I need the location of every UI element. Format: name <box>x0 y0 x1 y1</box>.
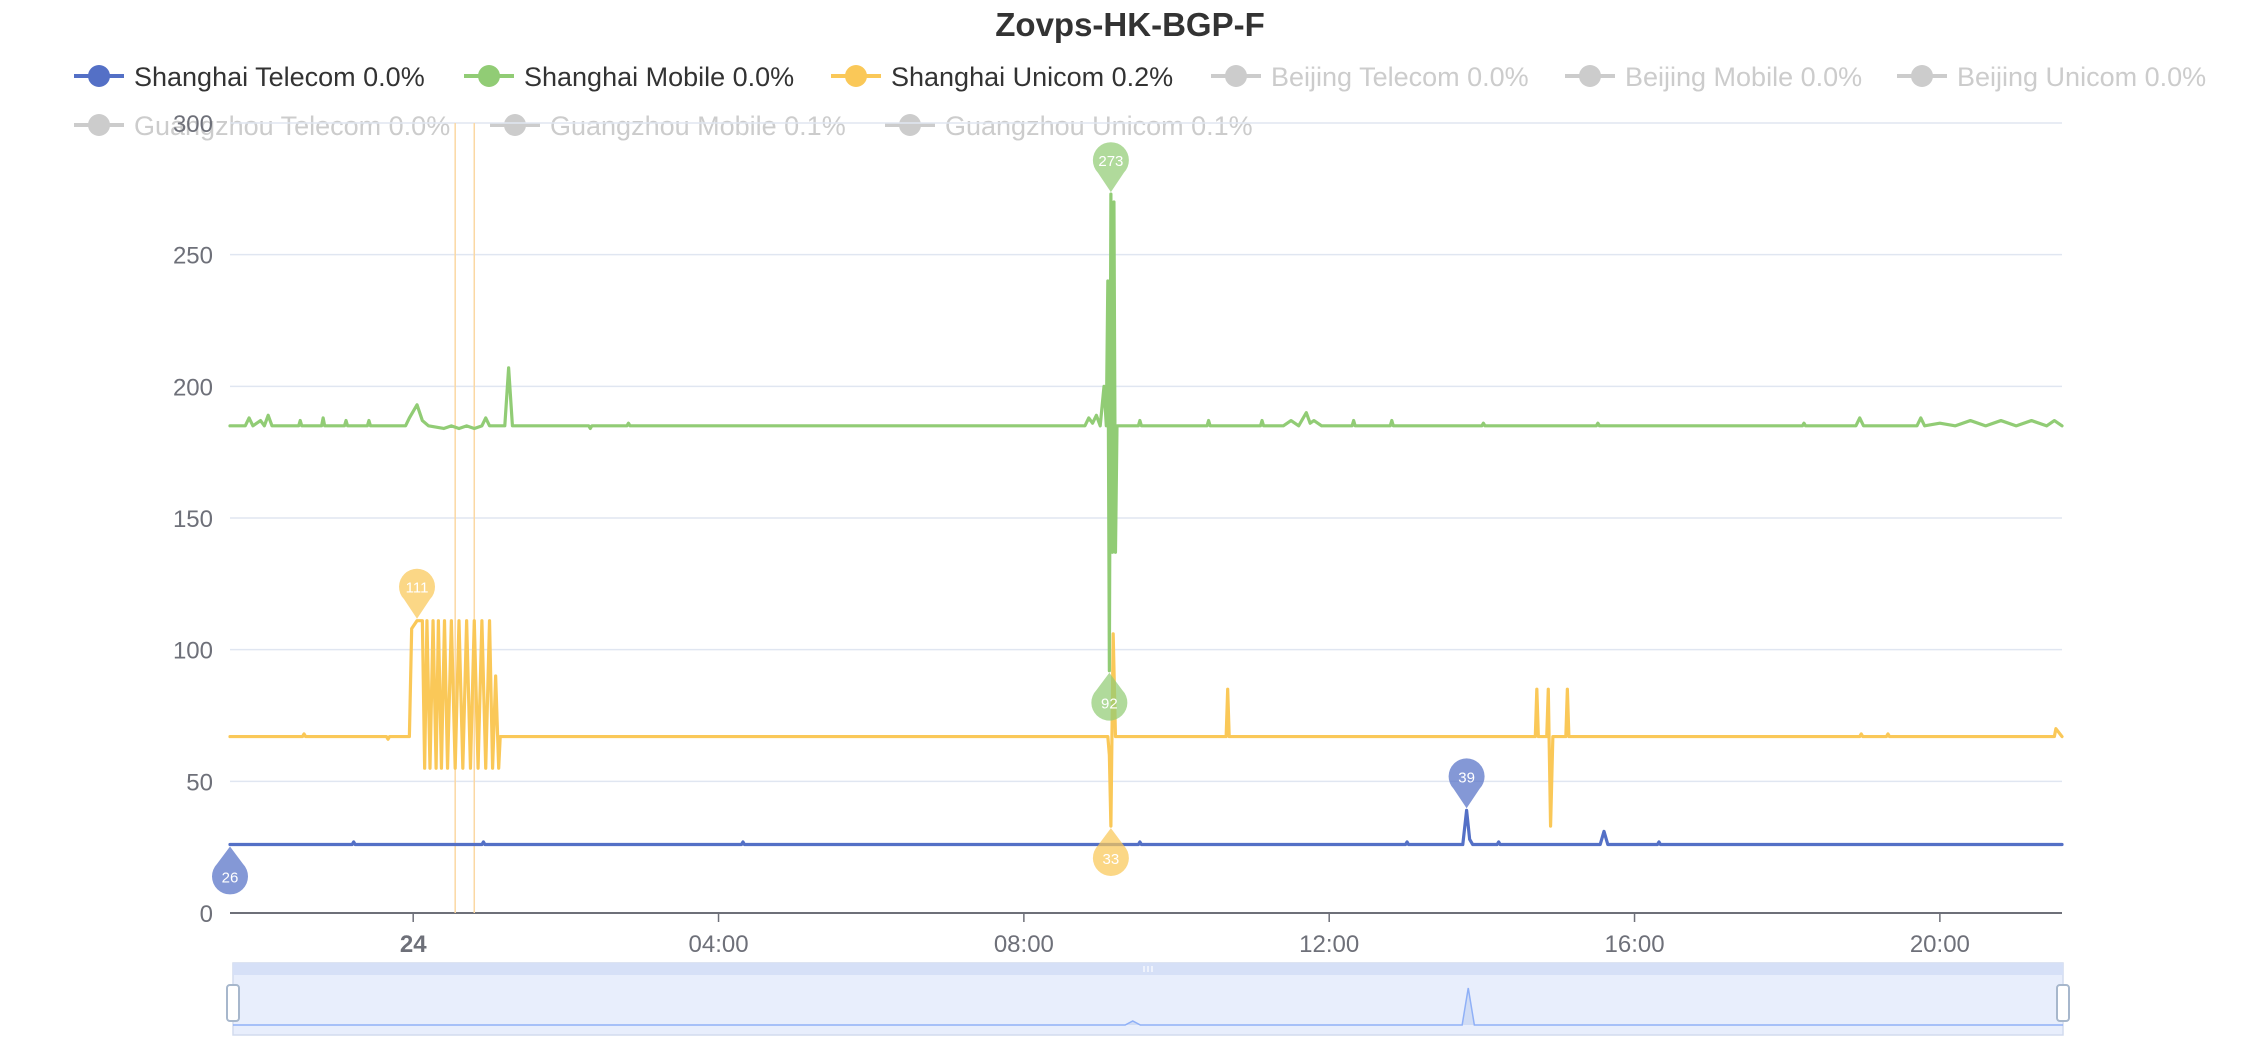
y-tick-label: 100 <box>173 638 213 665</box>
grid-lines <box>230 122 2062 914</box>
legend-dot-icon <box>1911 65 1933 87</box>
legend-label[interactable]: Shanghai Telecom 0.0% <box>134 62 425 92</box>
legend-label[interactable]: Beijing Unicom 0.0% <box>1957 62 2206 92</box>
x-axis: 24 04:00 08:00 12:00 16:00 20:00 <box>400 913 1970 958</box>
mark-point-label: 39 <box>1458 769 1475 786</box>
legend-dot-icon <box>845 65 867 87</box>
mark-point-max: 111 <box>399 568 436 619</box>
legend-label[interactable]: Shanghai Mobile 0.0% <box>524 62 794 92</box>
mark-point-label: 26 <box>222 870 239 887</box>
legend-item[interactable]: Shanghai Telecom 0.0% <box>74 62 425 92</box>
x-tick-label: 24 <box>400 931 427 958</box>
series-line-shanghai-mobile <box>228 192 2064 673</box>
legend-label[interactable]: Beijing Telecom 0.0% <box>1271 62 1529 92</box>
data-zoom-slider[interactable] <box>226 962 2070 1036</box>
x-tick-label: 08:00 <box>994 931 1054 958</box>
legend-item[interactable]: Beijing Telecom 0.0% <box>1211 62 1529 92</box>
mark-point-max: 273 <box>1092 142 1129 193</box>
series-line-shanghai-unicom <box>228 619 2064 828</box>
legend-item[interactable]: Beijing Unicom 0.0% <box>1897 62 2206 92</box>
mark-point-label: 111 <box>406 580 429 597</box>
line-chart: Zovps-HK-BGP-F Shanghai Telecom 0.0% Shan… <box>74 6 2206 1036</box>
zoom-handle-left[interactable] <box>226 984 240 1022</box>
y-tick-label: 0 <box>200 901 213 928</box>
y-tick-label: 150 <box>173 506 213 533</box>
legend-item[interactable]: Beijing Mobile 0.0% <box>1565 62 1862 92</box>
mark-point-label: 92 <box>1101 696 1118 713</box>
mark-point-min: 92 <box>1091 672 1128 721</box>
legend-item[interactable]: Shanghai Mobile 0.0% <box>464 62 794 92</box>
mark-point-label: 33 <box>1103 851 1120 868</box>
x-tick-label: 16:00 <box>1605 931 1665 958</box>
y-tick-label: 200 <box>173 374 213 401</box>
x-tick-label: 04:00 <box>689 931 749 958</box>
mark-point-min: 26 <box>212 846 248 895</box>
legend-label[interactable]: Beijing Mobile 0.0% <box>1625 62 1862 92</box>
legend-item[interactable]: Shanghai Unicom 0.2% <box>831 62 1173 92</box>
mark-point-max: 39 <box>1448 758 1485 809</box>
mark-point-label: 273 <box>1098 153 1123 170</box>
legend-label[interactable]: Shanghai Unicom 0.2% <box>891 62 1173 92</box>
legend-label[interactable]: Guangzhou Unicom 0.1% <box>945 111 1253 141</box>
legend-dot-icon <box>88 114 110 136</box>
y-axis: 0 50 100 150 200 250 300 <box>173 111 213 928</box>
y-tick-label: 250 <box>173 243 213 270</box>
legend-dot-icon <box>478 65 500 87</box>
zoom-handle-right[interactable] <box>2056 984 2070 1022</box>
legend-dot-icon <box>1225 65 1247 87</box>
x-tick-label: 20:00 <box>1910 931 1970 958</box>
x-tick-label: 12:00 <box>1299 931 1359 958</box>
legend-dot-icon <box>899 114 921 136</box>
legend-dot-icon <box>88 65 110 87</box>
series-layer <box>228 192 2064 847</box>
legend-item[interactable]: Guangzhou Mobile 0.1% <box>490 111 846 141</box>
y-tick-label: 300 <box>173 111 213 138</box>
legend-dot-icon <box>504 114 526 136</box>
legend-item[interactable]: Guangzhou Unicom 0.1% <box>885 111 1253 141</box>
mark-point-min: 33 <box>1092 828 1129 876</box>
y-tick-label: 50 <box>186 769 213 796</box>
legend-item[interactable]: Guangzhou Telecom 0.0% <box>74 111 450 141</box>
series-line-shanghai-telecom <box>228 808 2064 847</box>
chart-container: Zovps-HK-BGP-F Shanghai Telecom 0.0% Shan… <box>0 0 2260 1040</box>
legend-dot-icon <box>1579 65 1601 87</box>
chart-title: Zovps-HK-BGP-F <box>995 6 1264 43</box>
legend: Shanghai Telecom 0.0% Shanghai Mobile 0.0… <box>74 62 2206 141</box>
legend-label[interactable]: Guangzhou Mobile 0.1% <box>550 111 846 141</box>
